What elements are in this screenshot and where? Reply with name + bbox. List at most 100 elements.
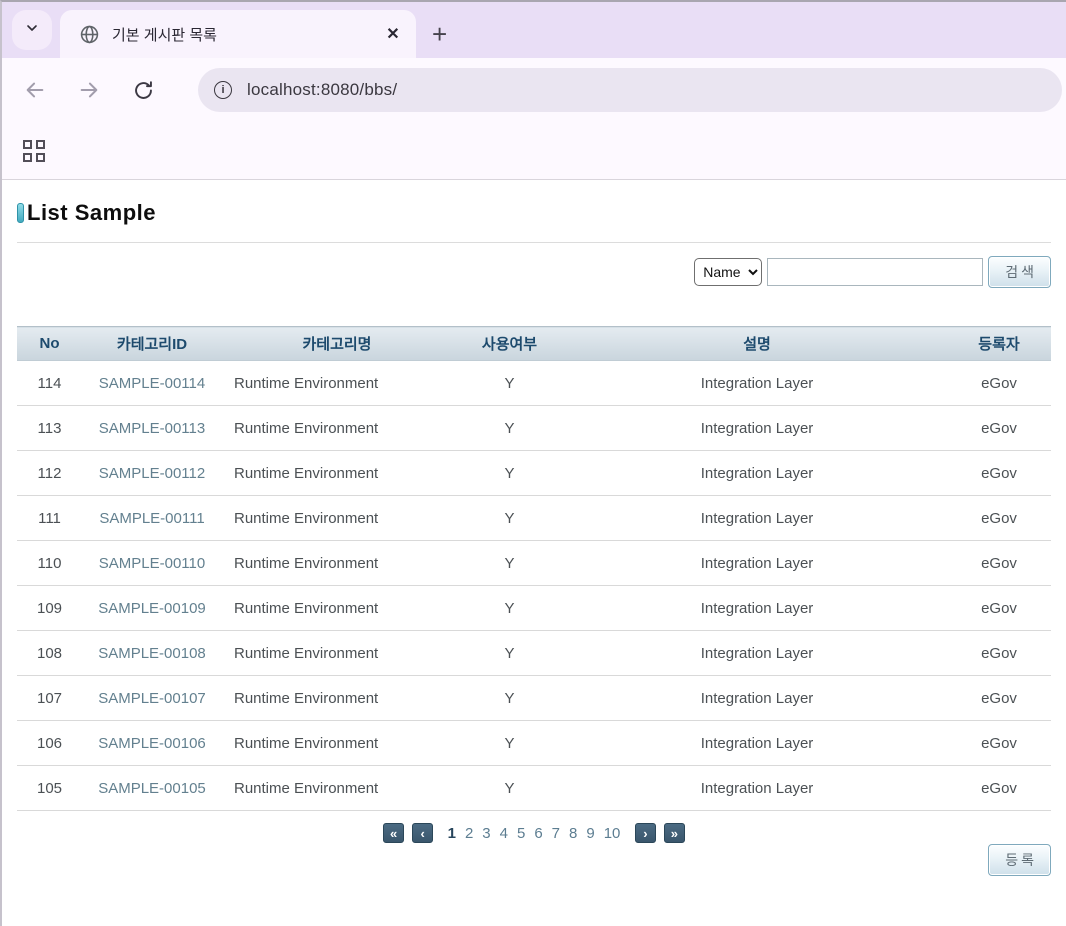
category-id-link[interactable]: SAMPLE-00106 <box>98 735 206 752</box>
browser-tab[interactable]: 기본 게시판 목록 ✕ <box>60 10 416 58</box>
cell-name: Runtime Environment <box>222 361 452 406</box>
pagination-next-button[interactable]: › <box>635 823 656 843</box>
forward-icon[interactable] <box>78 79 100 101</box>
category-table: No 카테고리ID 카테고리명 사용여부 설명 등록자 114 SAMPLE-00… <box>17 326 1051 811</box>
new-tab-button[interactable]: + <box>432 24 447 44</box>
category-id-link[interactable]: SAMPLE-00107 <box>98 690 206 707</box>
table-header-row: No 카테고리ID 카테고리명 사용여부 설명 등록자 <box>17 327 1051 361</box>
cell-name: Runtime Environment <box>222 676 452 721</box>
cell-reg: eGov <box>947 451 1051 496</box>
category-id-link[interactable]: SAMPLE-00111 <box>99 510 204 527</box>
pagination-last-button[interactable]: » <box>664 823 685 843</box>
cell-use: Y <box>452 631 567 676</box>
page-numbers: 123456789 10 <box>443 825 625 842</box>
cell-desc: Integration Layer <box>567 676 947 721</box>
pagination: « ‹ 123456789 10 › » <box>17 823 1051 843</box>
cell-id: SAMPLE-00107 <box>82 676 222 721</box>
apps-grid-icon[interactable] <box>23 140 45 162</box>
chevron-down-icon <box>24 20 40 41</box>
cell-desc: Integration Layer <box>567 721 947 766</box>
cell-use: Y <box>452 541 567 586</box>
cell-id: SAMPLE-00108 <box>82 631 222 676</box>
pagination-prev-button[interactable]: ‹ <box>412 823 433 843</box>
title-divider <box>17 242 1051 243</box>
cell-name: Runtime Environment <box>222 496 452 541</box>
cell-no: 109 <box>17 586 82 631</box>
header-no: No <box>17 327 82 361</box>
page-number[interactable]: 4 <box>500 825 508 842</box>
search-field-select[interactable]: Name <box>694 258 762 286</box>
register-row: 등록 <box>17 844 1051 876</box>
cell-no: 114 <box>17 361 82 406</box>
page-number[interactable]: 7 <box>552 825 560 842</box>
tab-strip: 기본 게시판 목록 ✕ + <box>2 2 1066 58</box>
page-number[interactable]: 8 <box>569 825 577 842</box>
bookmarks-bar <box>2 122 1066 180</box>
pagination-first-button[interactable]: « <box>383 823 404 843</box>
table-row: 108 SAMPLE-00108 Runtime EnvironmentYInteg… <box>17 631 1051 676</box>
cell-name: Runtime Environment <box>222 766 452 811</box>
cell-use: Y <box>452 406 567 451</box>
close-icon[interactable]: ✕ <box>382 24 404 44</box>
cell-desc: Integration Layer <box>567 631 947 676</box>
search-bar: Name 검색 <box>17 256 1051 288</box>
category-id-link[interactable]: SAMPLE-00114 <box>99 375 205 392</box>
page-content: List Sample Name 검색 No 카테고리ID 카테고리명 사용여부… <box>2 180 1066 876</box>
page-number[interactable]: 3 <box>482 825 490 842</box>
cell-id: SAMPLE-00111 <box>82 496 222 541</box>
cell-use: Y <box>452 586 567 631</box>
reload-icon[interactable] <box>132 79 154 101</box>
page-number[interactable]: 10 <box>604 825 621 842</box>
cell-no: 110 <box>17 541 82 586</box>
url-bar[interactable]: i localhost:8080/bbs/ <box>198 68 1062 112</box>
cell-reg: eGov <box>947 586 1051 631</box>
register-button[interactable]: 등록 <box>988 844 1051 876</box>
cell-no: 105 <box>17 766 82 811</box>
page-number[interactable]: 6 <box>534 825 542 842</box>
cell-id: SAMPLE-00109 <box>82 586 222 631</box>
browser-toolbar: i localhost:8080/bbs/ <box>2 58 1066 122</box>
tab-search-button[interactable] <box>12 10 52 50</box>
cell-reg: eGov <box>947 406 1051 451</box>
cell-desc: Integration Layer <box>567 586 947 631</box>
search-button[interactable]: 검색 <box>988 256 1051 288</box>
cell-use: Y <box>452 721 567 766</box>
search-input[interactable] <box>767 258 983 286</box>
table-row: 114SAMPLE-00114Runtime EnvironmentYInteg… <box>17 361 1051 406</box>
category-id-link[interactable]: SAMPLE-00112 <box>99 465 205 482</box>
url-text[interactable]: localhost:8080/bbs/ <box>247 80 397 100</box>
cell-reg: eGov <box>947 676 1051 721</box>
category-id-link[interactable]: SAMPLE-00110 <box>99 555 205 572</box>
cell-no: 108 <box>17 631 82 676</box>
cell-no: 106 <box>17 721 82 766</box>
cell-name: Runtime Environment <box>222 721 452 766</box>
table-row: 113SAMPLE-00113Runtime EnvironmentYInteg… <box>17 406 1051 451</box>
back-icon[interactable] <box>24 79 46 101</box>
cell-name: Runtime Environment <box>222 631 452 676</box>
page-number[interactable]: 5 <box>517 825 525 842</box>
category-id-link[interactable]: SAMPLE-00109 <box>98 600 206 617</box>
page-number-current[interactable]: 1 <box>448 825 456 842</box>
cell-name: Runtime Environment <box>222 541 452 586</box>
cell-id: SAMPLE-00110 <box>82 541 222 586</box>
category-id-link[interactable]: SAMPLE-00113 <box>99 420 205 437</box>
page-number[interactable]: 2 <box>465 825 473 842</box>
table-row: 112SAMPLE-00112Runtime EnvironmentYInteg… <box>17 451 1051 496</box>
cell-id: SAMPLE-00113 <box>82 406 222 451</box>
table-row: 106 SAMPLE-00106 Runtime EnvironmentYInteg… <box>17 721 1051 766</box>
table-row: 111SAMPLE-00111Runtime EnvironmentYInteg… <box>17 496 1051 541</box>
page-number[interactable]: 9 <box>586 825 594 842</box>
info-icon[interactable]: i <box>214 81 232 99</box>
category-id-link[interactable]: SAMPLE-00105 <box>98 780 206 797</box>
cell-desc: Integration Layer <box>567 541 947 586</box>
table-header: No 카테고리ID 카테고리명 사용여부 설명 등록자 <box>17 327 1051 361</box>
cell-reg: eGov <box>947 721 1051 766</box>
cell-no: 112 <box>17 451 82 496</box>
header-category-name: 카테고리명 <box>222 327 452 361</box>
cell-use: Y <box>452 766 567 811</box>
cell-reg: eGov <box>947 496 1051 541</box>
cell-desc: Integration Layer <box>567 451 947 496</box>
tab-title: 기본 게시판 목록 <box>112 24 382 45</box>
cell-id: SAMPLE-00106 <box>82 721 222 766</box>
category-id-link[interactable]: SAMPLE-00108 <box>98 645 206 662</box>
